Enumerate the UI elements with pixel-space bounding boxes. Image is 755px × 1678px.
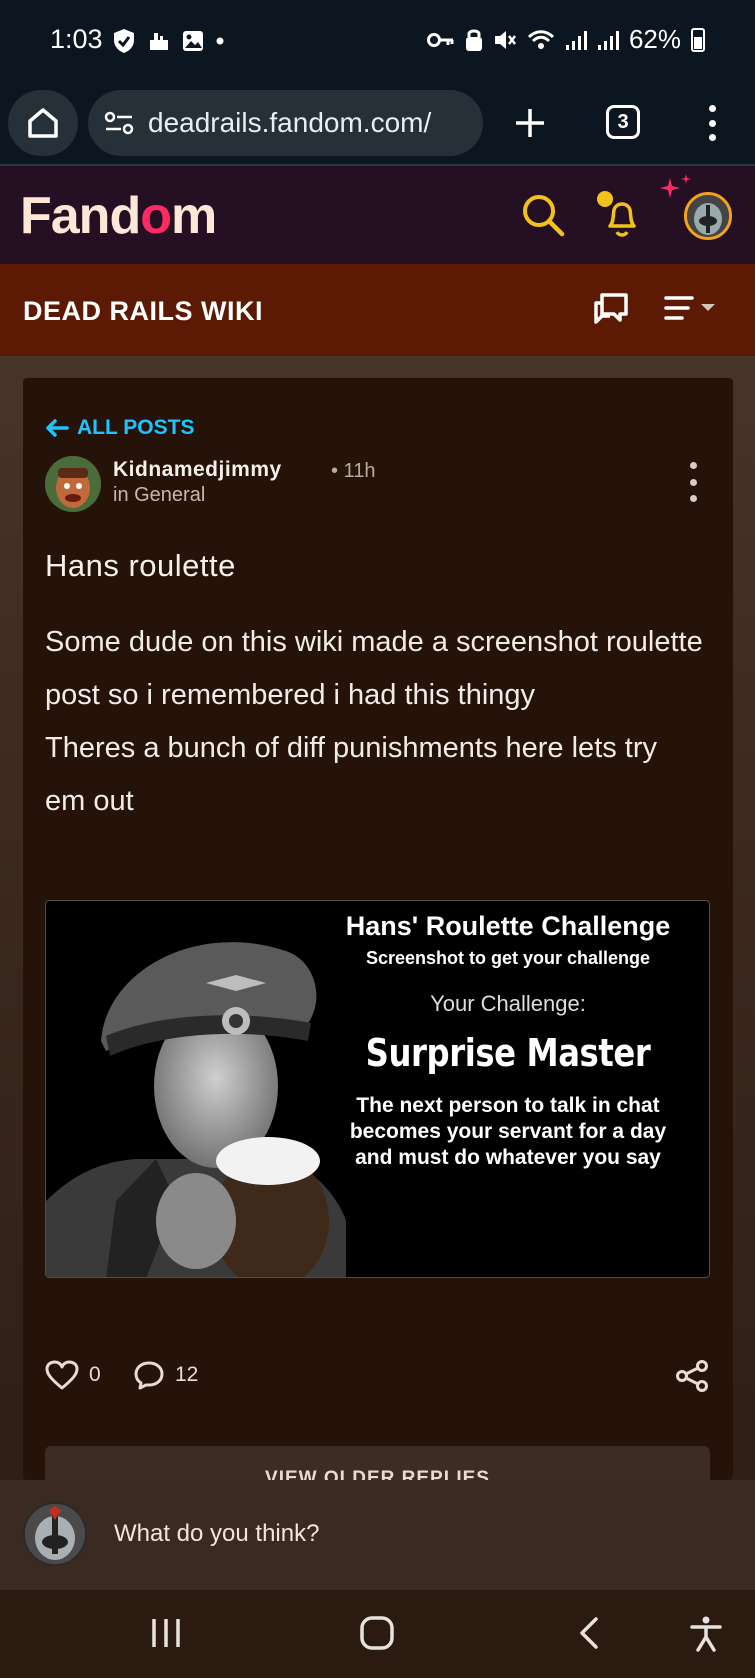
accessibility-button[interactable]: [690, 1616, 722, 1652]
post-category[interactable]: in General: [113, 484, 205, 507]
plus-icon: [516, 109, 544, 137]
author-avatar[interactable]: [45, 456, 101, 512]
avatar-helmet-icon: [687, 195, 729, 237]
system-nav-bar: [0, 1590, 755, 1678]
back-nav-button[interactable]: [578, 1616, 600, 1650]
browser-toolbar: deadrails.fandom.com/ 3: [0, 82, 755, 166]
reply-input[interactable]: [114, 1514, 714, 1554]
chevron-down-icon: [701, 304, 715, 311]
shield-icon: [114, 29, 134, 53]
wifi-icon: [527, 29, 555, 49]
home-nav-button[interactable]: [360, 1616, 394, 1650]
status-bar: 1:03 62%: [0, 0, 755, 82]
new-tab-button[interactable]: [510, 98, 550, 148]
search-button[interactable]: [520, 192, 566, 238]
home-icon: [28, 108, 58, 138]
reply-avatar: [23, 1502, 87, 1566]
battery-icon: [691, 27, 705, 52]
comment-count: 12: [175, 1363, 199, 1386]
tabs-button[interactable]: 3: [606, 105, 640, 139]
comment-button[interactable]: 12: [133, 1360, 198, 1390]
wiki-menu-button[interactable]: [664, 294, 716, 322]
site-settings-icon[interactable]: [104, 111, 134, 135]
image-icon: [183, 31, 203, 51]
challenge-title: Hans' Roulette Challenge: [345, 911, 671, 941]
status-time: 1:03: [50, 24, 103, 54]
home-nav-icon: [360, 1616, 394, 1650]
officer-photo: [46, 901, 346, 1277]
search-icon: [523, 195, 565, 237]
all-posts-label: ALL POSTS: [77, 416, 195, 439]
post-body-paragraph: Theres a bunch of diff punishments here …: [45, 732, 658, 817]
battery-percent: 62%: [628, 24, 681, 54]
lock-icon: [465, 29, 482, 51]
fandom-global-nav: Fandom: [0, 166, 755, 264]
key-icon: [426, 32, 454, 47]
browser-menu-button[interactable]: [700, 100, 724, 146]
share-icon: [676, 1360, 708, 1392]
wiki-header: DEAD RAILS WIKI: [0, 264, 755, 356]
post-actions: 0 12: [45, 1358, 708, 1398]
post-time: • 11h: [331, 460, 376, 482]
author-name[interactable]: Kidnamedjimmy: [113, 458, 282, 482]
home-button[interactable]: [8, 90, 78, 156]
challenge-text: Hans' Roulette Challenge Screenshot to g…: [308, 901, 708, 1277]
like-count: 0: [89, 1363, 101, 1386]
status-notification-icons: [112, 28, 224, 54]
bell-icon: [597, 191, 636, 237]
signal-icon: [597, 30, 619, 50]
challenge-description: The next person to talk in chat becomes …: [349, 1094, 667, 1169]
like-button[interactable]: 0: [45, 1360, 101, 1390]
discussions-icon: [594, 293, 628, 324]
reply-bar: [0, 1480, 755, 1590]
recents-icon: [152, 1619, 180, 1647]
recents-button[interactable]: [150, 1616, 182, 1650]
accessibility-icon: [690, 1616, 722, 1652]
fandom-logo[interactable]: Fandom: [20, 186, 217, 246]
comment-icon: [134, 1361, 164, 1390]
signal-icon: [565, 30, 587, 50]
discussions-button[interactable]: [592, 292, 630, 330]
post-image[interactable]: Hans' Roulette Challenge Screenshot to g…: [45, 900, 710, 1278]
challenge-name: Surprise Master: [365, 1031, 651, 1075]
post-card: ALL POSTS Kidnamedjimmy • 11h in General…: [23, 378, 733, 1506]
dot-icon: [216, 37, 224, 45]
arrow-left-icon: [46, 419, 69, 437]
heart-icon: [45, 1360, 79, 1390]
avatar-helmet-icon: [25, 1504, 85, 1564]
share-button[interactable]: [675, 1360, 709, 1392]
mute-icon: [494, 30, 516, 49]
all-posts-link[interactable]: ALL POSTS: [45, 416, 194, 440]
avatar-face-icon: [45, 456, 101, 512]
post-body: Some dude on this wiki made a screenshot…: [45, 616, 705, 828]
post-body-paragraph: Some dude on this wiki made a screenshot…: [45, 626, 703, 711]
challenge-subtitle: Screenshot to get your challenge: [365, 948, 651, 968]
app-notification-icon: [150, 33, 168, 50]
post-author-row: Kidnamedjimmy • 11h in General: [45, 456, 705, 512]
your-challenge-label: Your Challenge:: [430, 991, 586, 1016]
wiki-title[interactable]: DEAD RAILS WIKI: [23, 296, 263, 327]
notifications-button[interactable]: [596, 188, 644, 242]
post-options-button[interactable]: [687, 462, 699, 502]
hamburger-icon: [664, 296, 694, 320]
post-title: Hans roulette: [45, 548, 236, 583]
back-icon: [580, 1617, 598, 1649]
user-avatar[interactable]: [684, 192, 732, 240]
status-system-icons: 62%: [426, 24, 705, 55]
address-bar[interactable]: deadrails.fandom.com/: [88, 90, 483, 156]
url-text: deadrails.fandom.com/: [148, 107, 432, 138]
